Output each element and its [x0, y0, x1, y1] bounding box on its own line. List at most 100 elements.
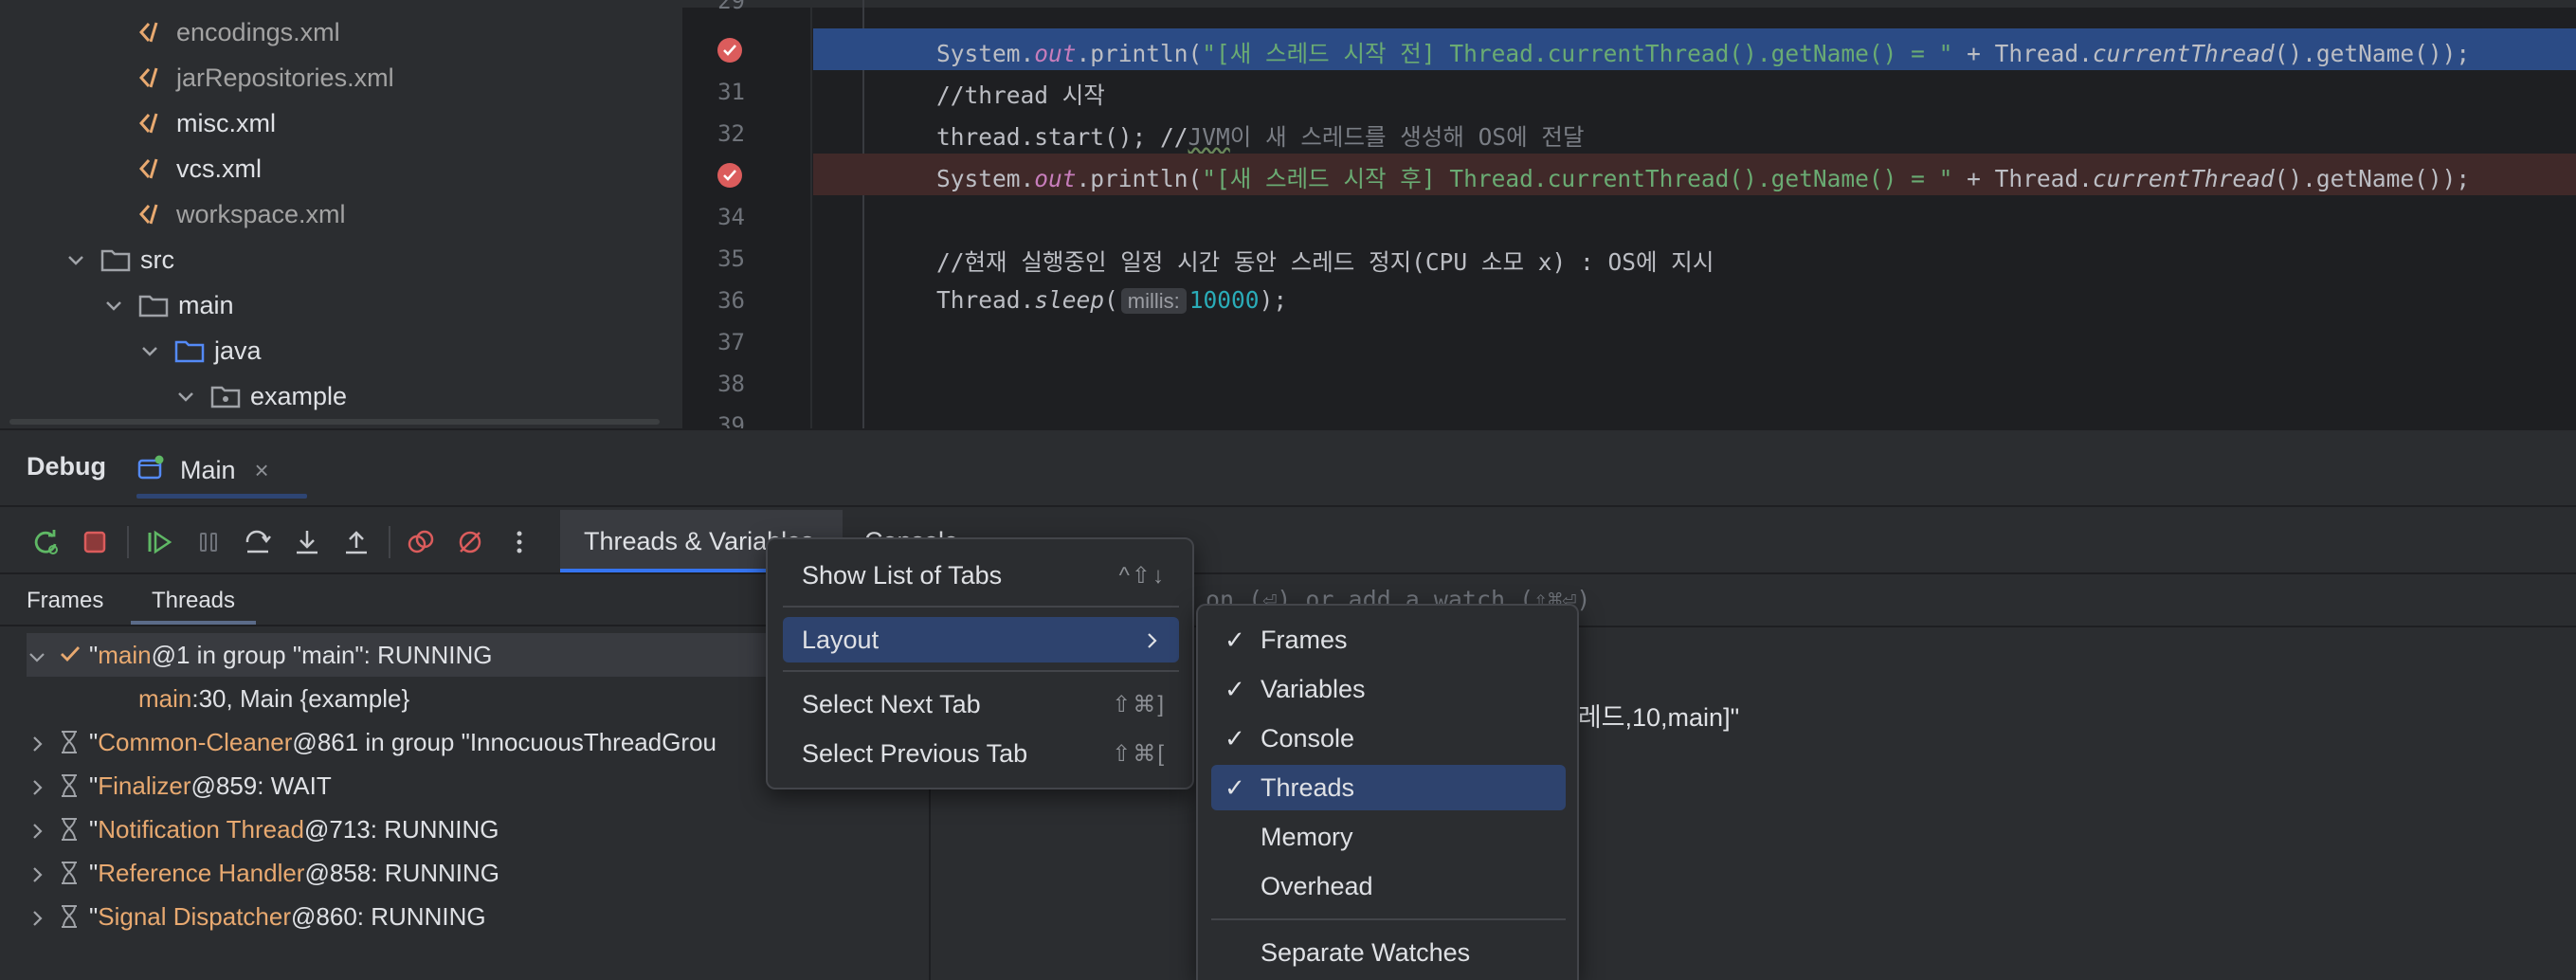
line-number: 29: [717, 0, 745, 14]
hourglass-icon: [59, 730, 82, 754]
hourglass-icon: [59, 773, 82, 798]
frame-method: main: [138, 683, 192, 713]
thread-row-main[interactable]: " main @1 in group "main": RUNNING: [27, 633, 766, 677]
chevron-right-icon[interactable]: [27, 862, 47, 883]
thread-name: Common-Cleaner: [98, 727, 293, 756]
thread-status: @861 in group "InnocuousThreadGrou: [292, 727, 717, 756]
pause-icon[interactable]: [188, 521, 229, 563]
tree-item-misc[interactable]: misc.xml: [138, 100, 276, 146]
toolbar-separator: [389, 526, 390, 558]
tree-item-encodings[interactable]: encodings.xml: [138, 9, 340, 55]
view-breakpoints-icon[interactable]: [400, 521, 442, 563]
tree-item-label: jarRepositories.xml: [176, 63, 394, 92]
breakpoint-icon[interactable]: [716, 161, 744, 190]
chevron-down-icon[interactable]: [27, 644, 47, 665]
code-line-35: 35 //현재 실행중인 일정 시간 동안 스레드 정지(CPU 소모 x) :…: [682, 237, 2576, 279]
menu-item-select-next-tab[interactable]: Select Next Tab ⇧⌘]: [783, 681, 1179, 727]
chevron-down-icon[interactable]: [138, 339, 161, 362]
submenu-item-label: Threads: [1261, 772, 1355, 802]
step-into-icon[interactable]: [286, 521, 328, 563]
thread-row-signal-dispatcher[interactable]: " Signal Dispatcher @860: RUNNING: [27, 895, 766, 938]
layout-submenu: ✓ Frames ✓ Variables ✓ Console ✓ Threads…: [1196, 604, 1579, 980]
thread-row-finalizer[interactable]: " Finalizer @859: WAIT: [27, 764, 766, 808]
submenu-item-memory[interactable]: Memory: [1211, 814, 1566, 860]
code-text: Thread.sleep(millis: 10000);: [936, 286, 1288, 314]
tree-item-jarrepositories[interactable]: jarRepositories.xml: [138, 55, 394, 100]
tab-underline: [136, 494, 307, 499]
hourglass-icon: [59, 861, 82, 885]
thread-status: @858: RUNNING: [304, 858, 500, 887]
tree-item-label: misc.xml: [176, 108, 276, 137]
check-icon: ✓: [1225, 723, 1245, 753]
code-text: thread.start(); //JVM이 새 스레드를 생성해 OS에 전달: [936, 123, 1585, 151]
tree-item-src[interactable]: src: [64, 237, 174, 282]
tab-main[interactable]: Main ×: [136, 442, 307, 499]
hourglass-icon: [59, 817, 82, 842]
thread-row-reference-handler[interactable]: " Reference Handler @858: RUNNING: [27, 851, 766, 895]
line-number: 39: [717, 412, 745, 428]
check-icon: ✓: [1225, 625, 1245, 654]
divider: [0, 505, 2576, 507]
submenu-item-separate-watches[interactable]: Separate Watches: [1211, 930, 1566, 975]
stop-icon[interactable]: [74, 521, 116, 563]
thread-name: Signal Dispatcher: [98, 901, 292, 931]
submenu-item-threads[interactable]: ✓ Threads: [1211, 765, 1566, 810]
chevron-right-icon[interactable]: [27, 906, 47, 927]
submenu-item-console[interactable]: ✓ Console: [1211, 716, 1566, 761]
xml-file-icon: [138, 19, 171, 45]
code-line-38: 38: [682, 362, 2576, 404]
tree-item-label: workspace.xml: [176, 199, 346, 228]
resume-icon[interactable]: [138, 521, 180, 563]
tab-threads[interactable]: Threads: [131, 577, 256, 625]
menu-item-label: Layout: [802, 625, 880, 654]
chevron-down-icon[interactable]: [174, 385, 197, 408]
chevron-down-icon[interactable]: [64, 248, 87, 271]
submenu-item-overhead[interactable]: Overhead: [1211, 863, 1566, 909]
menu-separator: [783, 606, 1179, 608]
check-icon: ✓: [1225, 772, 1245, 802]
tree-item-vcs[interactable]: vcs.xml: [138, 146, 262, 191]
chevron-right-icon[interactable]: [27, 775, 47, 796]
xml-file-icon: [138, 201, 171, 227]
tree-item-main[interactable]: main: [102, 282, 234, 328]
project-tree: encodings.xml jarRepositories.xml misc.x…: [0, 0, 682, 428]
submenu-item-variables[interactable]: ✓ Variables: [1211, 666, 1566, 712]
thread-row-notification[interactable]: " Notification Thread @713: RUNNING: [27, 808, 766, 851]
mute-breakpoints-icon[interactable]: [449, 521, 491, 563]
rerun-icon[interactable]: [25, 521, 66, 563]
tab-frames[interactable]: Frames: [27, 577, 103, 625]
thread-status: @859: WAIT: [190, 771, 332, 800]
step-over-icon[interactable]: [237, 521, 279, 563]
toolbar-separator: [127, 526, 129, 558]
tree-scrollbar[interactable]: [9, 419, 660, 425]
folder-icon: [138, 293, 169, 318]
code-text: //thread 시작: [936, 82, 1105, 109]
more-options-icon[interactable]: [499, 521, 540, 563]
line-number: 31: [717, 79, 745, 105]
code-text: System.out.println("[새 스레드 시작 후] Thread.…: [936, 165, 2471, 192]
tree-item-example[interactable]: example: [174, 373, 347, 419]
chevron-right-icon[interactable]: [27, 819, 47, 840]
xml-file-icon: [138, 64, 171, 91]
menu-item-label: Select Previous Tab: [802, 738, 1028, 768]
thread-row-common-cleaner[interactable]: " Common-Cleaner @861 in group "InnocuousT…: [27, 720, 766, 764]
chevron-right-icon[interactable]: [27, 732, 47, 753]
hourglass-icon: [59, 904, 82, 929]
submenu-item-frames[interactable]: ✓ Frames: [1211, 617, 1566, 662]
chevron-right-icon: [1141, 628, 1162, 649]
tree-item-workspace[interactable]: workspace.xml: [138, 191, 346, 237]
chevron-down-icon[interactable]: [102, 294, 125, 317]
tree-item-java[interactable]: java: [138, 328, 262, 373]
close-icon[interactable]: ×: [255, 456, 269, 485]
code-editor[interactable]: 29 System.out.println("[새 스레드 시작 전] Thre…: [682, 0, 2576, 428]
menu-item-show-list-of-tabs[interactable]: Show List of Tabs ^⇧↓: [783, 553, 1179, 598]
tab-context-menu: Show List of Tabs ^⇧↓ Layout Select Next…: [766, 537, 1194, 789]
menu-item-layout[interactable]: Layout: [783, 617, 1179, 662]
menu-item-select-previous-tab[interactable]: Select Previous Tab ⇧⌘[: [783, 731, 1179, 776]
step-out-icon[interactable]: [336, 521, 377, 563]
breakpoint-icon[interactable]: [716, 36, 744, 64]
tree-item-label: example: [250, 381, 348, 410]
submenu-item-label: Overhead: [1261, 871, 1373, 900]
shortcut-label: ⇧⌘]: [1112, 691, 1166, 717]
thread-status: @713: RUNNING: [303, 814, 499, 844]
